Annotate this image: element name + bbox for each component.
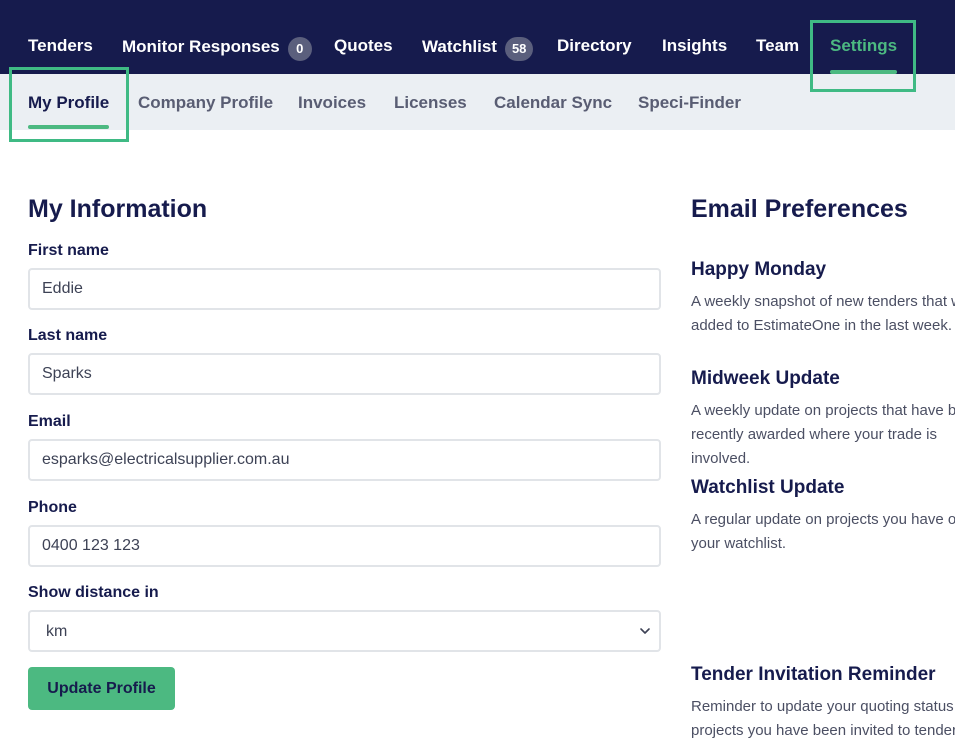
- pref-tender-reminder-title: Tender Invitation Reminder: [691, 664, 936, 685]
- subnav-invoices-label: Invoices: [298, 93, 367, 112]
- nav-directory-label: Directory: [557, 36, 632, 55]
- email-label: Email: [28, 413, 71, 430]
- nav-tenders[interactable]: Tenders: [28, 36, 93, 60]
- subnav-my-profile[interactable]: My Profile: [28, 93, 110, 129]
- pref-happy-monday-desc: A weekly snapshot of new tenders that we…: [691, 293, 955, 334]
- last-name-label: Last name: [28, 327, 108, 344]
- subnav-company-profile[interactable]: Company Profile: [138, 93, 273, 115]
- nav-settings[interactable]: Settings: [830, 36, 898, 74]
- watchlist-count-badge: 58: [504, 37, 534, 61]
- my-information-title: My Information: [28, 195, 208, 223]
- nav-insights[interactable]: Insights: [662, 36, 727, 60]
- first-name-field[interactable]: [28, 268, 661, 310]
- nav-monitor-responses-label: Monitor Responses: [122, 37, 280, 56]
- pref-midweek-update-desc: A weekly update on projects that have be…: [691, 402, 955, 467]
- subnav-calendar-sync[interactable]: Calendar Sync: [494, 93, 612, 115]
- nav-team-label: Team: [756, 36, 800, 55]
- nav-insights-label: Insights: [662, 36, 728, 55]
- nav-directory[interactable]: Directory: [557, 36, 632, 60]
- phone-field[interactable]: [28, 525, 661, 567]
- nav-monitor-responses[interactable]: Monitor Responses 0: [122, 36, 312, 61]
- subnav-company-profile-label: Company Profile: [138, 93, 274, 112]
- subnav-invoices[interactable]: Invoices: [298, 93, 366, 115]
- nav-settings-label: Settings: [830, 36, 898, 55]
- pref-midweek-update-title: Midweek Update: [691, 368, 840, 389]
- nav-tenders-label: Tenders: [28, 36, 93, 55]
- pref-happy-monday-title: Happy Monday: [691, 259, 827, 280]
- nav-quotes-label: Quotes: [334, 36, 393, 55]
- monitor-responses-count-badge: 0: [287, 37, 312, 61]
- first-name-label: First name: [28, 242, 109, 259]
- subnav-speci-finder-label: Speci-Finder: [638, 93, 741, 112]
- nav-watchlist[interactable]: Watchlist 58: [422, 36, 534, 61]
- email-field[interactable]: [28, 439, 661, 481]
- pref-watchlist-update-desc: A regular update on projects you have on…: [691, 511, 955, 552]
- distance-unit-select[interactable]: km: [28, 610, 661, 652]
- settings-subnav: My Profile Company Profile Invoices Lice…: [0, 74, 955, 130]
- update-profile-button[interactable]: Update Profile: [28, 667, 175, 710]
- distance-unit-value: km: [46, 623, 68, 640]
- last-name-field[interactable]: [28, 353, 661, 395]
- subnav-calendar-sync-label: Calendar Sync: [494, 93, 613, 112]
- nav-quotes[interactable]: Quotes: [334, 36, 393, 60]
- distance-unit-label: Show distance in: [28, 584, 159, 601]
- nav-team[interactable]: Team: [756, 36, 799, 60]
- nav-watchlist-label: Watchlist: [422, 37, 497, 56]
- subnav-my-profile-label: My Profile: [28, 93, 110, 112]
- top-nav: Tenders Monitor Responses 0 Quotes Watchl…: [0, 0, 955, 74]
- pref-watchlist-update-title: Watchlist Update: [691, 477, 845, 498]
- subnav-speci-finder[interactable]: Speci-Finder: [638, 93, 741, 115]
- subnav-licenses-label: Licenses: [394, 93, 467, 112]
- pref-tender-reminder-desc: Reminder to update your quoting status o…: [691, 698, 955, 739]
- chevron-down-icon: [640, 628, 650, 634]
- email-preferences-title: Email Preferences: [691, 195, 908, 223]
- subnav-licenses[interactable]: Licenses: [394, 93, 467, 115]
- phone-label: Phone: [28, 499, 77, 516]
